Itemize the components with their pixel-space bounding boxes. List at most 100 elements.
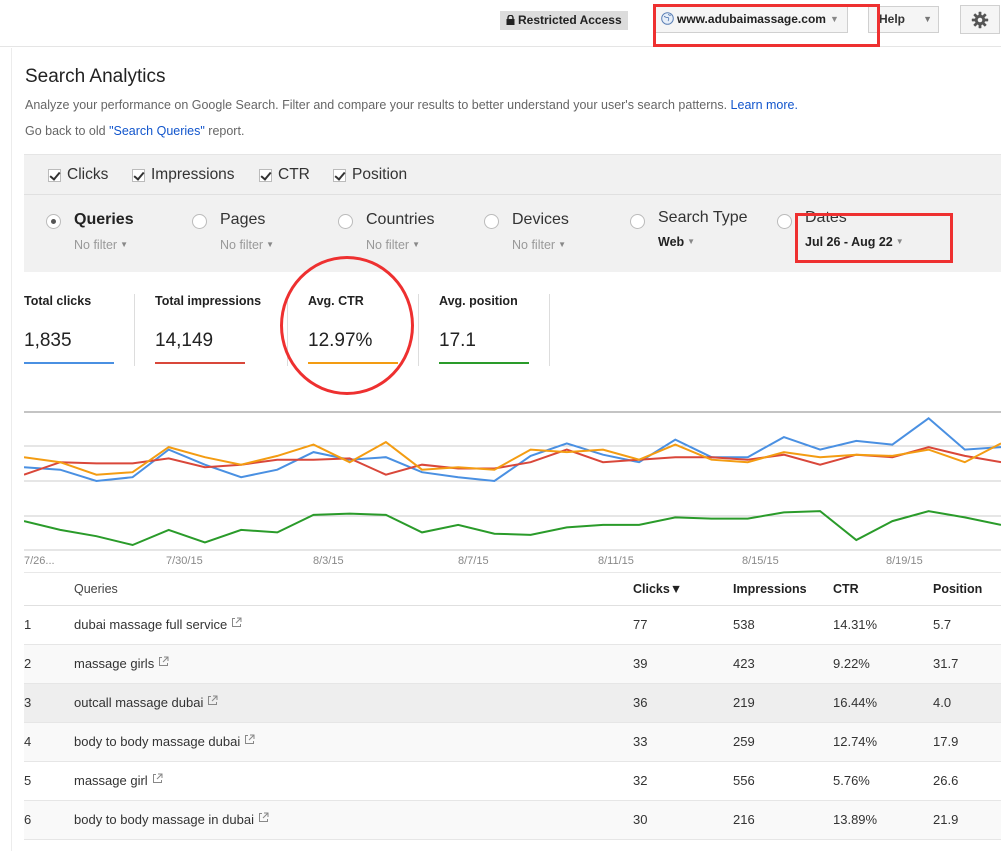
dimension-label: Countries (366, 211, 435, 228)
clicks-checkbox[interactable]: Clicks (48, 166, 108, 184)
lock-icon (506, 15, 515, 25)
checkbox-box (48, 168, 61, 182)
summary-value: 17.1 (439, 330, 476, 351)
avg-position-card[interactable]: Avg. position 17.1 (439, 294, 529, 366)
table-row[interactable]: 2 massage girls 39 423 9.22% 31.7 (24, 645, 1001, 684)
total-impressions-card[interactable]: Total impressions 14,149 (155, 294, 261, 366)
x-tick-label: 8/15/15 (742, 555, 779, 567)
position-cell: 21.9 (933, 812, 959, 827)
column-header-queries[interactable]: Queries (74, 582, 118, 596)
filter-label: No filter (366, 238, 410, 252)
row-number: 6 (24, 812, 32, 827)
position-cell: 31.7 (933, 656, 959, 671)
countries-filter-dropdown[interactable]: No filter ▼ (366, 238, 420, 252)
position-cell: 26.6 (933, 773, 959, 788)
page-description: Analyze your performance on Google Searc… (25, 98, 798, 112)
table-header: Queries Clicks▼ Impressions CTR Position (24, 572, 1001, 606)
x-tick-label: 8/3/15 (313, 555, 344, 567)
query-text: dubai massage full service (74, 617, 228, 632)
column-header-position[interactable]: Position (933, 582, 982, 596)
external-link-icon[interactable] (158, 656, 169, 667)
chevron-down-icon: ▼ (558, 240, 566, 249)
summary-label: Total impressions (155, 294, 262, 308)
query-cell: dubai massage full service (74, 617, 242, 632)
table-row[interactable]: 4 body to body massage dubai 33 259 12.74% 17… (24, 723, 1001, 762)
metric-toggle-row: Clicks Impressions CTR Position (24, 155, 1001, 195)
devices-filter-dropdown[interactable]: No filter ▼ (512, 238, 566, 252)
impressions-cell: 259 (733, 734, 755, 749)
column-header-impressions[interactable]: Impressions (733, 582, 807, 596)
ctr-checkbox[interactable]: CTR (259, 166, 310, 184)
impressions-cell: 216 (733, 812, 755, 827)
external-link-icon[interactable] (258, 812, 269, 823)
clicks-cell: 77 (633, 617, 648, 632)
help-label: Help (879, 12, 906, 26)
ctr-highlight-circle (280, 256, 414, 395)
series-color-line (24, 362, 114, 364)
divider (11, 48, 12, 851)
external-link-icon[interactable] (152, 773, 163, 784)
learn-more-link[interactable]: Learn more. (731, 98, 798, 112)
radio-button[interactable] (338, 214, 353, 229)
impressions-checkbox[interactable]: Impressions (132, 166, 235, 184)
external-link-icon[interactable] (231, 617, 242, 628)
ctr-cell: 16.44% (833, 695, 878, 710)
divider (549, 294, 550, 366)
external-link-icon[interactable] (207, 695, 218, 706)
impressions-cell: 556 (733, 773, 755, 788)
divider (134, 294, 135, 366)
query-text: body to body massage dubai (74, 734, 241, 749)
chevron-down-icon: ▼ (266, 240, 274, 249)
ctr-cell: 14.31% (833, 617, 878, 632)
search-type-dropdown[interactable]: Web ▼ (658, 235, 695, 249)
table-row[interactable]: 5 massage girl 32 556 5.76% 26.6 (24, 762, 1001, 801)
old-report-line: Go back to old "Search Queries" report. (25, 124, 244, 138)
series-line-clicks[interactable] (24, 417, 1001, 483)
summary-value: 1,835 (24, 330, 72, 351)
row-number: 1 (24, 617, 32, 632)
chevron-down-icon: ▼ (687, 237, 696, 246)
query-cell: massage girls (74, 656, 169, 671)
x-tick-label: 8/11/15 (598, 555, 634, 567)
performance-chart[interactable]: 7/26... 7/30/15 8/3/15 8/7/15 8/11/15 8/15/15… (24, 400, 1001, 572)
impressions-checkbox-label: Impressions (151, 166, 235, 183)
radio-button[interactable] (630, 214, 645, 229)
search-queries-link[interactable]: "Search Queries" (109, 124, 205, 138)
clicks-cell: 30 (633, 812, 648, 827)
query-cell: body to body massage in dubai (74, 812, 269, 827)
radio-button[interactable] (484, 214, 499, 229)
settings-button[interactable] (960, 5, 1000, 34)
queries-filter-dropdown[interactable]: No filter ▼ (74, 238, 128, 252)
radio-button[interactable] (192, 214, 207, 229)
x-tick-label: 7/26... (24, 555, 55, 567)
date-highlight-box (795, 213, 953, 263)
summary-label: Total clicks (24, 294, 92, 308)
page-title: Search Analytics (25, 66, 166, 87)
position-checkbox[interactable]: Position (333, 166, 407, 184)
filter-label: No filter (74, 238, 118, 252)
row-number: 2 (24, 656, 32, 671)
filter-label: No filter (220, 238, 264, 252)
radio-button[interactable] (777, 214, 792, 229)
radio-button[interactable] (46, 214, 61, 229)
table-row[interactable]: 3 outcall massage dubai 36 219 16.44% 4.0 (24, 684, 1001, 723)
external-link-icon[interactable] (244, 734, 255, 745)
table-row[interactable]: 1 dubai massage full service 77 538 14.31% 5.… (24, 606, 1001, 645)
pages-filter-dropdown[interactable]: No filter ▼ (220, 238, 274, 252)
impressions-cell: 538 (733, 617, 755, 632)
ctr-cell: 9.22% (833, 656, 870, 671)
ctr-cell: 13.89% (833, 812, 878, 827)
restricted-access-badge: Restricted Access (500, 11, 628, 30)
x-tick-label: 7/30/15 (166, 555, 203, 567)
x-tick-label: 8/7/15 (458, 555, 489, 567)
clicks-cell: 32 (633, 773, 648, 788)
table-row[interactable]: 6 body to body massage in dubai 30 216 13.89… (24, 801, 1001, 840)
row-number: 3 (24, 695, 32, 710)
series-color-line (439, 362, 529, 364)
series-color-line (155, 362, 245, 364)
total-clicks-card[interactable]: Total clicks 1,835 (24, 294, 114, 366)
column-header-ctr[interactable]: CTR (833, 582, 859, 596)
query-cell: massage girl (74, 773, 163, 788)
position-cell: 17.9 (933, 734, 959, 749)
column-header-clicks[interactable]: Clicks▼ (633, 582, 682, 596)
